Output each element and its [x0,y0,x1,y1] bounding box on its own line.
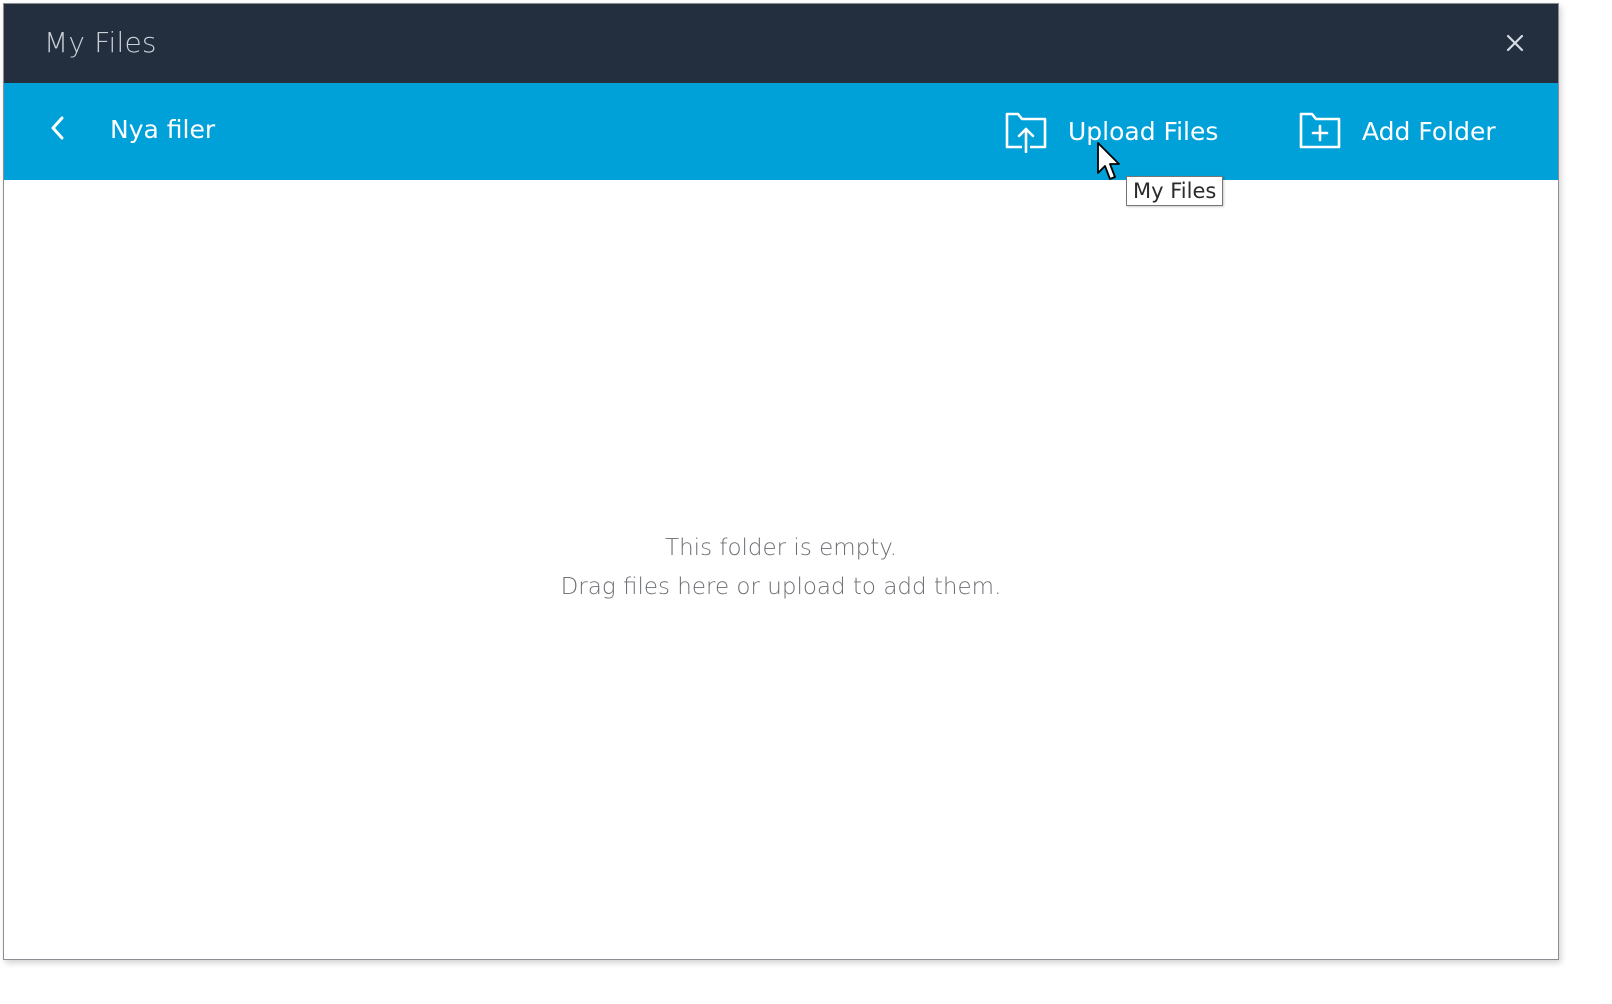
folder-toolbar: Nya filer Upload Files Add Folder [4,83,1558,180]
current-folder-name: Nya filer [110,115,216,144]
empty-folder-hint: Drag files here or upload to add them. [560,574,1002,600]
my-files-dialog: My Files Nya filer Upload Files Add Fold… [3,3,1559,960]
file-drop-area[interactable]: This folder is empty. Drag files here or… [4,180,1558,959]
upload-files-label: Upload Files [1068,116,1219,146]
add-folder-label: Add Folder [1362,116,1496,146]
tooltip: My Files [1126,176,1224,206]
empty-folder-message: This folder is empty. [665,535,897,561]
chevron-left-icon [51,116,64,140]
title-bar: My Files [4,4,1558,83]
add-folder-icon [1299,112,1341,149]
mouse-pointer-icon [1097,142,1120,180]
add-folder-button[interactable]: Add Folder [1298,109,1496,153]
close-icon [1506,34,1524,52]
back-button[interactable] [40,110,76,146]
window-title: My Files [44,26,157,59]
close-button[interactable] [1500,28,1530,58]
upload-folder-icon [1005,112,1047,153]
